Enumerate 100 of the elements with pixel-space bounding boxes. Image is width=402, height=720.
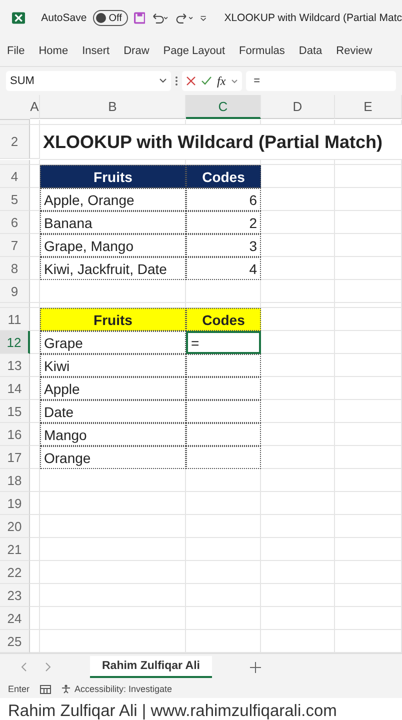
table-cell[interactable]: 4 <box>186 257 261 280</box>
empty-cell[interactable] <box>335 303 402 308</box>
empty-cell[interactable] <box>261 515 335 538</box>
ribbon-tab[interactable]: Data <box>292 45 330 57</box>
table-cell[interactable] <box>186 354 261 377</box>
empty-cell[interactable] <box>261 120 335 125</box>
row-header[interactable]: 24 <box>0 607 30 630</box>
empty-cell[interactable] <box>335 354 402 377</box>
empty-cell[interactable] <box>261 188 335 211</box>
ribbon-tab[interactable]: Home <box>32 45 76 57</box>
ribbon-tab[interactable]: Review <box>329 45 380 57</box>
empty-cell[interactable] <box>30 423 40 446</box>
table-cell[interactable] <box>186 377 261 400</box>
row-header[interactable]: 12 <box>0 331 30 354</box>
empty-cell[interactable] <box>261 446 335 469</box>
empty-cell[interactable] <box>261 257 335 280</box>
empty-cell[interactable] <box>261 354 335 377</box>
empty-cell[interactable] <box>186 607 261 630</box>
empty-cell[interactable] <box>40 469 186 492</box>
empty-cell[interactable] <box>261 160 335 165</box>
table-cell[interactable]: 2 <box>186 211 261 234</box>
row-header[interactable]: 14 <box>0 377 30 400</box>
empty-cell[interactable] <box>186 538 261 561</box>
empty-cell[interactable] <box>30 234 40 257</box>
table-cell[interactable]: 6 <box>186 188 261 211</box>
table-cell[interactable]: Date <box>40 400 186 423</box>
row-header[interactable]: 6 <box>0 211 30 234</box>
row-header[interactable]: 21 <box>0 538 30 561</box>
row-header[interactable]: 15 <box>0 400 30 423</box>
column-header[interactable]: A <box>30 95 40 119</box>
table-cell[interactable]: Banana <box>40 211 186 234</box>
empty-cell[interactable] <box>186 469 261 492</box>
column-header[interactable]: D <box>261 95 335 119</box>
empty-cell[interactable] <box>40 561 186 584</box>
table-cell[interactable]: Grape <box>40 331 186 354</box>
empty-cell[interactable] <box>30 607 40 630</box>
empty-cell[interactable] <box>335 538 402 561</box>
table-cell[interactable]: Apple, Orange <box>40 188 186 211</box>
empty-cell[interactable] <box>30 400 40 423</box>
row-header[interactable]: 22 <box>0 561 30 584</box>
empty-cell[interactable] <box>335 257 402 280</box>
row-header[interactable]: 17 <box>0 446 30 469</box>
empty-cell[interactable] <box>40 538 186 561</box>
empty-cell[interactable] <box>186 280 261 303</box>
empty-cell[interactable] <box>335 308 402 331</box>
table-cell[interactable]: Orange <box>40 446 186 469</box>
row-header[interactable]: 9 <box>0 280 30 303</box>
empty-cell[interactable] <box>30 492 40 515</box>
table-cell[interactable]: Grape, Mango <box>40 234 186 257</box>
enter-icon[interactable] <box>201 76 212 86</box>
table-cell[interactable]: = <box>186 331 261 354</box>
empty-cell[interactable] <box>30 257 40 280</box>
empty-cell[interactable] <box>30 125 40 159</box>
column-heading[interactable]: Fruits <box>40 165 186 188</box>
next-sheet-icon[interactable] <box>45 662 52 672</box>
row-header[interactable]: 23 <box>0 584 30 607</box>
empty-cell[interactable] <box>30 561 40 584</box>
table-cell[interactable]: Kiwi, Jackfruit, Date <box>40 257 186 280</box>
table-cell[interactable] <box>186 446 261 469</box>
empty-cell[interactable] <box>186 584 261 607</box>
row-header[interactable]: 7 <box>0 234 30 257</box>
empty-cell[interactable] <box>261 331 335 354</box>
insert-function-button[interactable]: fx <box>217 74 226 88</box>
row-header[interactable]: 18 <box>0 469 30 492</box>
table-cell[interactable]: Kiwi <box>40 354 186 377</box>
ribbon-tab[interactable]: Formulas <box>232 45 292 57</box>
empty-cell[interactable] <box>40 607 186 630</box>
table-cell[interactable]: Apple <box>40 377 186 400</box>
column-header[interactable]: E <box>335 95 402 119</box>
undo-icon[interactable] <box>151 11 170 25</box>
empty-cell[interactable] <box>261 400 335 423</box>
empty-cell[interactable] <box>261 469 335 492</box>
empty-cell[interactable] <box>261 234 335 257</box>
empty-cell[interactable] <box>335 423 402 446</box>
empty-cell[interactable] <box>335 165 402 188</box>
row-header[interactable]: 20 <box>0 515 30 538</box>
add-sheet-icon[interactable] <box>250 662 261 672</box>
row-header[interactable]: 25 <box>0 630 30 653</box>
empty-cell[interactable] <box>30 211 40 234</box>
empty-cell[interactable] <box>335 400 402 423</box>
empty-cell[interactable] <box>30 188 40 211</box>
customize-icon[interactable] <box>200 14 206 22</box>
column-heading[interactable]: Fruits <box>40 308 186 331</box>
empty-cell[interactable] <box>335 280 402 303</box>
row-header[interactable] <box>0 160 30 165</box>
empty-cell[interactable] <box>335 120 402 125</box>
column-heading[interactable]: Codes <box>186 308 261 331</box>
accessibility-status[interactable]: Accessibility: Investigate <box>74 684 172 694</box>
row-header[interactable]: 19 <box>0 492 30 515</box>
previous-sheet-icon[interactable] <box>20 662 27 672</box>
empty-cell[interactable] <box>30 515 40 538</box>
table-cell[interactable] <box>186 423 261 446</box>
empty-cell[interactable] <box>261 584 335 607</box>
empty-cell[interactable] <box>40 492 186 515</box>
empty-cell[interactable] <box>261 211 335 234</box>
row-header[interactable] <box>0 120 30 125</box>
empty-cell[interactable] <box>335 607 402 630</box>
column-heading[interactable]: Codes <box>186 165 261 188</box>
empty-cell[interactable] <box>30 331 40 354</box>
redo-icon[interactable] <box>176 11 194 25</box>
